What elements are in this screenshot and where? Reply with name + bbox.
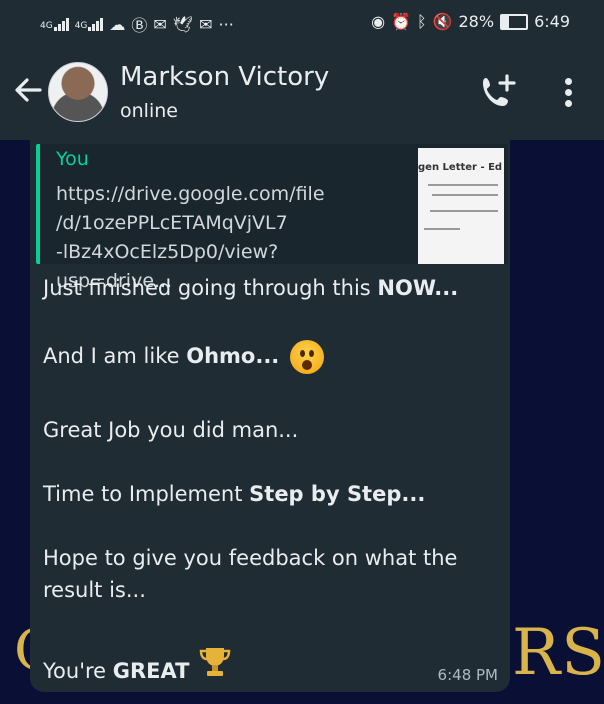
battery-level — [502, 15, 509, 28]
message-bold: NOW... — [377, 276, 459, 300]
wallpaper-text-right: RS — [512, 616, 604, 690]
message-line-2: And I am like Ohmo... — [43, 340, 324, 374]
twitter-icon: 🕊 — [172, 14, 194, 34]
message-timestamp: 6:48 PM — [437, 666, 498, 684]
back-arrow-icon[interactable] — [10, 72, 46, 108]
more-notifications-icon: ··· — [218, 14, 234, 34]
avatar[interactable] — [48, 62, 108, 122]
message-line-5b: result is... — [43, 578, 146, 602]
mail-icon: ✉ — [153, 14, 167, 34]
signal-1-icon: 4G — [40, 17, 69, 31]
message-bold: Step by Step... — [249, 482, 426, 506]
message-line-5a: Hope to give you feedback on what the — [43, 546, 458, 570]
status-right: ◉ ⏰ ᛒ 🔇 28% 6:49 — [371, 12, 570, 31]
quoted-author: You — [56, 148, 89, 170]
message-text: Just finished going through this — [43, 276, 378, 300]
presence-status: online — [120, 100, 178, 122]
signal-2-icon: 4G — [74, 17, 104, 31]
message-bubble[interactable]: You https://drive.google.com/file /d/1oz… — [30, 140, 510, 692]
chat-header: Markson Victory online — [0, 44, 604, 140]
astonished-face-icon — [289, 340, 324, 374]
status-left: 4G 4G ☁ Ⓑ ✉ 🕊 ✉ ··· — [40, 12, 234, 36]
eye-comfort-icon: ◉ — [371, 12, 386, 31]
message-text: You're — [43, 659, 113, 683]
message-line-6: You're GREAT — [43, 646, 232, 683]
message-line-4: Time to Implement Step by Step... — [43, 482, 425, 506]
thumbnail-title: gen Letter - Ed — [418, 162, 503, 173]
mute-icon: 🔇 — [432, 12, 453, 31]
quoted-thumbnail: gen Letter - Ed — [418, 148, 504, 264]
alarm-icon: ⏰ — [391, 12, 411, 31]
battery-icon — [500, 13, 529, 30]
app-badge-icon: Ⓑ — [131, 16, 148, 35]
network-type-1: 4G — [40, 20, 53, 31]
message-text: Time to Implement — [43, 482, 250, 506]
status-bar: 4G 4G ☁ Ⓑ ✉ 🕊 ✉ ··· ◉ ⏰ ᛒ 🔇 28% 6:49 — [0, 0, 604, 44]
clock: 6:49 — [534, 12, 570, 31]
message-bold: GREAT — [112, 659, 190, 683]
network-type-2: 4G — [74, 20, 88, 31]
battery-percent: 28% — [458, 12, 495, 31]
quoted-message[interactable]: You https://drive.google.com/file /d/1oz… — [36, 144, 508, 292]
add-call-icon[interactable] — [478, 72, 518, 112]
message-text: And I am like — [43, 344, 187, 368]
overflow-menu-icon[interactable] — [558, 74, 578, 114]
message-line-1: Just finished going through this NOW... — [43, 276, 458, 300]
contact-name[interactable]: Markson Victory — [120, 62, 329, 92]
bluetooth-icon: ᛒ — [416, 12, 427, 31]
cloud-icon: ☁ — [109, 14, 126, 34]
trophy-icon — [198, 646, 232, 683]
message-bold: Ohmo... — [186, 344, 280, 368]
message-line-3: Great Job you did man... — [43, 418, 299, 442]
gmail-icon: ✉ — [199, 14, 213, 34]
